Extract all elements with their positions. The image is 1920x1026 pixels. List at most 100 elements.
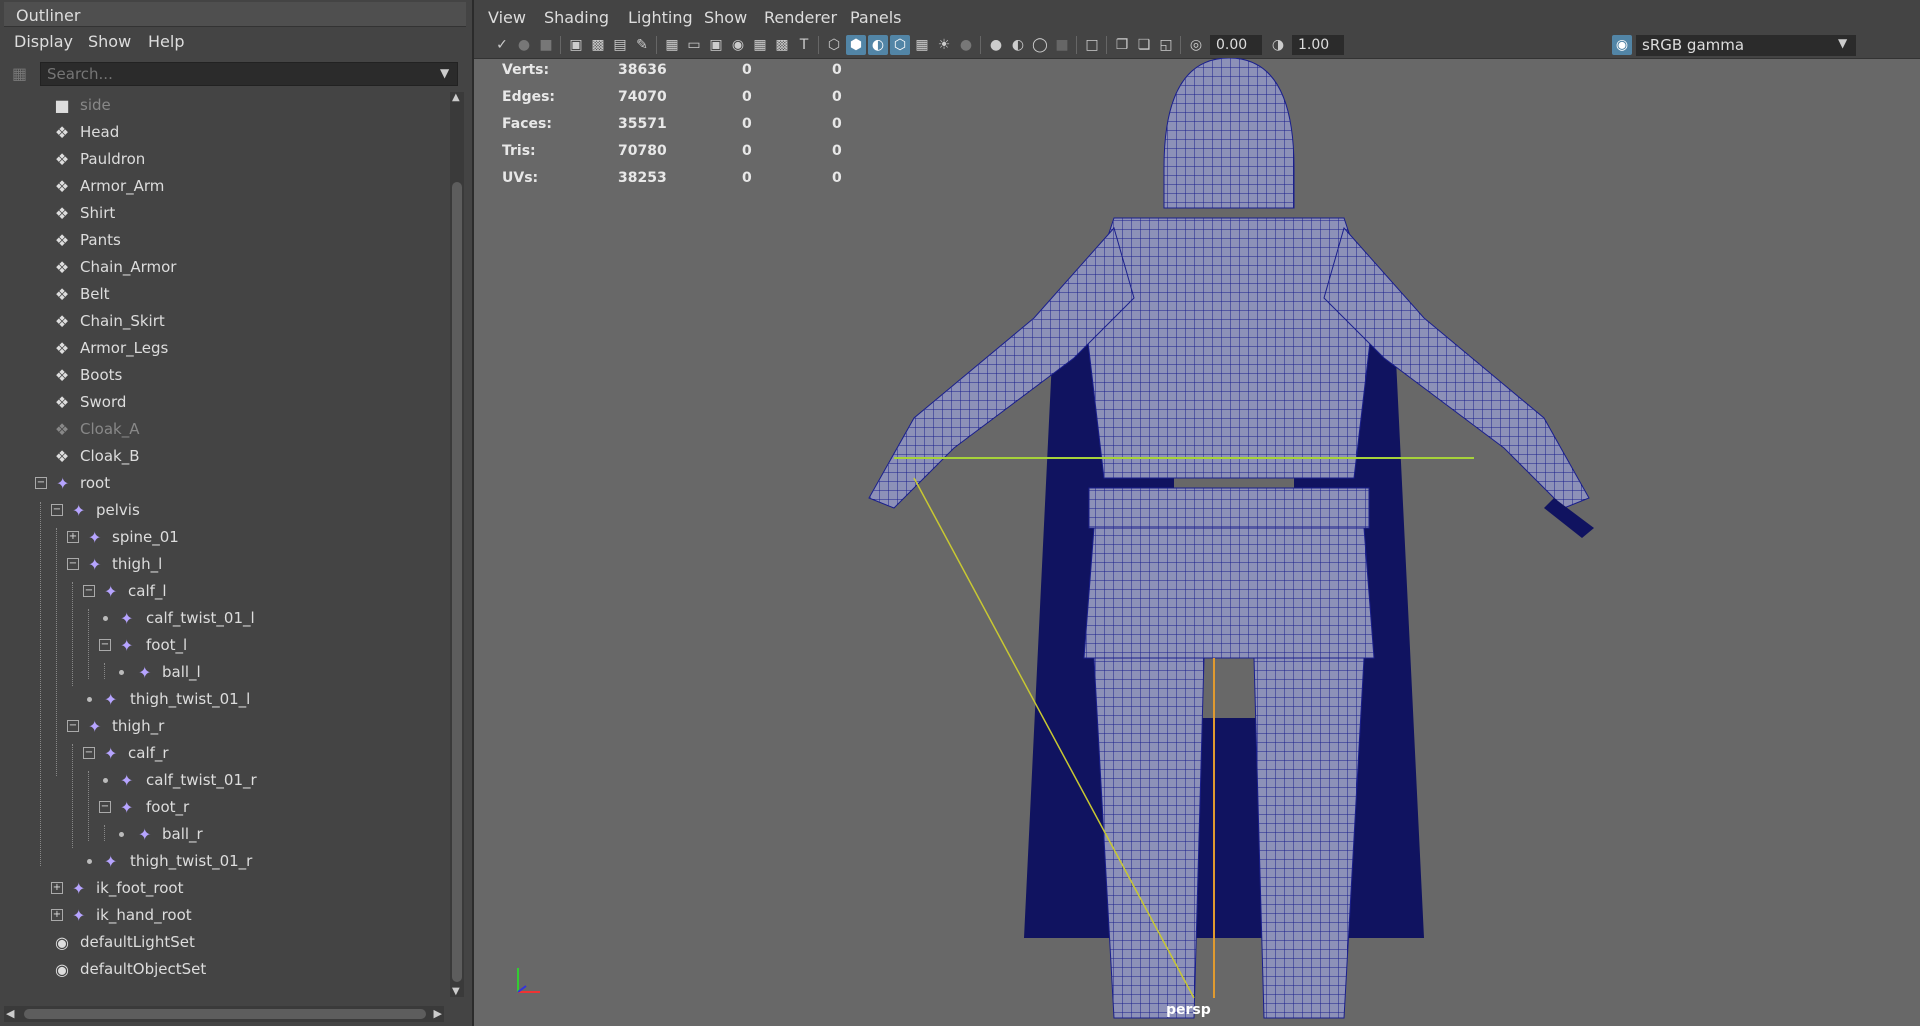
collapse-icon[interactable]: − (83, 585, 95, 597)
xray-icon[interactable]: ▦ (912, 35, 932, 55)
tree-row-pauldron[interactable]: ❖ Pauldron (0, 146, 448, 173)
expand-icon[interactable]: + (51, 882, 63, 894)
tree-row-armor-arm[interactable]: ❖ Armor_Arm (0, 173, 448, 200)
tree-row-head[interactable]: ❖ Head (0, 119, 448, 146)
tree-row-pants[interactable]: ❖ Pants (0, 227, 448, 254)
exposure-field[interactable]: 0.00 (1210, 35, 1262, 55)
xray-joints-icon[interactable]: ❐ (1112, 35, 1132, 55)
isolate-select-icon[interactable]: □ (1082, 35, 1102, 55)
tree-row-thigh-twist-01-l[interactable]: ✦ thigh_twist_01_l (0, 686, 448, 713)
safe-title-icon[interactable]: T (794, 35, 814, 55)
character-model[interactable] (474, 58, 1920, 1026)
collapse-icon[interactable]: − (67, 558, 79, 570)
menu-lighting[interactable]: Lighting (628, 8, 693, 27)
image-plane-icon[interactable]: ▩ (588, 35, 608, 55)
horizontal-scrollbar[interactable]: ◀ ▶ (4, 1006, 444, 1022)
expand-icon[interactable]: + (67, 531, 79, 543)
tree-row-calf-l[interactable]: − ✦ calf_l (0, 578, 448, 605)
scroll-down-icon[interactable]: ▼ (452, 986, 460, 997)
tree-row-sword[interactable]: ❖ Sword (0, 389, 448, 416)
head-mesh[interactable] (1163, 58, 1295, 209)
select-camera-icon[interactable]: ✓ (492, 35, 512, 55)
tree-row-thigh-l[interactable]: − ✦ thigh_l (0, 551, 448, 578)
tree-row-side[interactable]: ■ side (0, 92, 448, 119)
menu-view[interactable]: View (488, 8, 526, 27)
bookmarks-icon[interactable]: ▣ (566, 35, 586, 55)
tree-row-cloak-b[interactable]: ❖ Cloak_B (0, 443, 448, 470)
scroll-right-icon[interactable]: ▶ (434, 1007, 442, 1020)
camera-attributes-icon[interactable]: ■ (536, 35, 556, 55)
multisample-aa-icon[interactable]: ◯ (1030, 35, 1050, 55)
tree-row-ik-foot-root[interactable]: + ✦ ik_foot_root (0, 875, 448, 902)
tree-row-foot-r[interactable]: − ✦ foot_r (0, 794, 448, 821)
collapse-icon[interactable]: − (51, 504, 63, 516)
collapse-icon[interactable]: − (99, 801, 111, 813)
tree-row-calf-twist-01-l[interactable]: ✦ calf_twist_01_l (0, 605, 448, 632)
depth-of-field-icon[interactable]: ■ (1052, 35, 1072, 55)
menu-help[interactable]: Help (148, 32, 184, 51)
menu-renderer[interactable]: Renderer (764, 8, 837, 27)
color-space-dropdown[interactable]: sRGB gamma (1636, 35, 1856, 56)
collapse-icon[interactable]: − (67, 720, 79, 732)
tree-row-spine-01[interactable]: + ✦ spine_01 (0, 524, 448, 551)
tree-row-thigh-r[interactable]: − ✦ thigh_r (0, 713, 448, 740)
belt-mesh[interactable] (1088, 487, 1370, 529)
2d-pan-zoom-icon[interactable]: ▤ (610, 35, 630, 55)
outliner-tab[interactable]: Outliner (4, 2, 466, 27)
leg-right-mesh[interactable] (1253, 657, 1365, 1019)
menu-panels[interactable]: Panels (850, 8, 902, 27)
color-management-toggle-icon[interactable]: ◉ (1612, 35, 1632, 55)
menu-display[interactable]: Display (14, 32, 73, 51)
tree-row-ball-l[interactable]: ✦ ball_l (0, 659, 448, 686)
torso-mesh[interactable] (1083, 217, 1375, 479)
gate-mask-icon[interactable]: ◉ (728, 35, 748, 55)
chain-skirt-mesh[interactable] (1083, 527, 1375, 659)
viewport-panel[interactable]: View Shading Lighting Show Renderer Pane… (474, 0, 1920, 1026)
tree-row-thigh-twist-01-r[interactable]: ✦ thigh_twist_01_r (0, 848, 448, 875)
collapse-icon[interactable]: − (83, 747, 95, 759)
collapse-icon[interactable]: − (35, 477, 47, 489)
lock-camera-icon[interactable]: ● (514, 35, 534, 55)
tree-row-default-light-set[interactable]: ◉ defaultLightSet (0, 929, 448, 956)
gamma-field[interactable]: 1.00 (1292, 35, 1344, 55)
filter-icon[interactable]: ▦ (12, 64, 30, 84)
menu-show[interactable]: Show (88, 32, 131, 51)
vertical-scrollbar[interactable]: ▲ ▼ (450, 92, 464, 997)
tree-row-shirt[interactable]: ❖ Shirt (0, 200, 448, 227)
film-gate-icon[interactable]: ▭ (684, 35, 704, 55)
leg-left-mesh[interactable] (1093, 657, 1205, 1019)
tree-row-ik-hand-root[interactable]: + ✦ ik_hand_root (0, 902, 448, 929)
tree-row-ball-r[interactable]: ✦ ball_r (0, 821, 448, 848)
use-all-lights-icon[interactable]: ☀ (934, 35, 954, 55)
horizontal-scroll-thumb[interactable] (24, 1009, 426, 1019)
tree-row-armor-legs[interactable]: ❖ Armor_Legs (0, 335, 448, 362)
exposure-icon[interactable]: ◎ (1186, 35, 1206, 55)
menu-shading[interactable]: Shading (544, 8, 609, 27)
tree-row-calf-twist-01-r[interactable]: ✦ calf_twist_01_r (0, 767, 448, 794)
tree-row-cloak-a[interactable]: ❖ Cloak_A (0, 416, 448, 443)
grease-pencil-icon[interactable]: ✎ (632, 35, 652, 55)
default-material-icon[interactable]: ◐ (868, 35, 888, 55)
tree-row-boots[interactable]: ❖ Boots (0, 362, 448, 389)
wireframe-icon[interactable]: ⬡ (824, 35, 844, 55)
chevron-down-icon[interactable]: ▼ (440, 66, 449, 80)
wireframe-on-shaded-icon[interactable]: ⬡ (890, 35, 910, 55)
scroll-left-icon[interactable]: ◀ (6, 1007, 14, 1020)
tree-row-foot-l[interactable]: − ✦ foot_l (0, 632, 448, 659)
scroll-up-icon[interactable]: ▲ (452, 92, 460, 103)
chevron-down-icon[interactable]: ▼ (1838, 36, 1847, 50)
menu-show[interactable]: Show (704, 8, 747, 27)
tree-row-root[interactable]: − ✦ root (0, 470, 448, 497)
safe-action-icon[interactable]: ▩ (772, 35, 792, 55)
backface-culling-icon[interactable]: ◱ (1156, 35, 1176, 55)
tree-row-pelvis[interactable]: − ✦ pelvis (0, 497, 448, 524)
tree-row-chain-skirt[interactable]: ❖ Chain_Skirt (0, 308, 448, 335)
expand-icon[interactable]: + (51, 909, 63, 921)
tree-row-default-object-set[interactable]: ◉ defaultObjectSet (0, 956, 448, 983)
xray-active-components-icon[interactable]: ❏ (1134, 35, 1154, 55)
grid-icon[interactable]: ▦ (662, 35, 682, 55)
shadows-icon[interactable]: ● (956, 35, 976, 55)
smooth-shade-icon[interactable]: ⬢ (846, 35, 866, 55)
tree-row-belt[interactable]: ❖ Belt (0, 281, 448, 308)
resolution-gate-icon[interactable]: ▣ (706, 35, 726, 55)
